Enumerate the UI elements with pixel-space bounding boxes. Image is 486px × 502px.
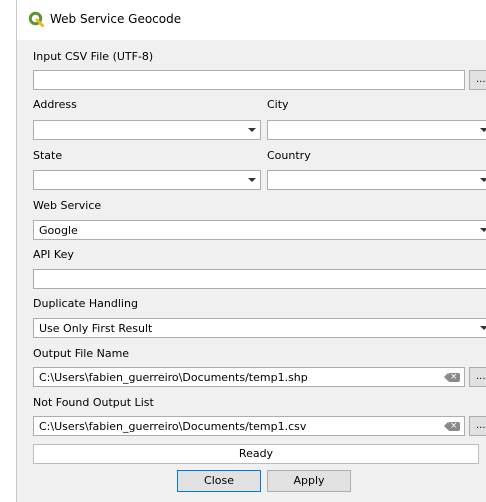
chevron-down-icon: [480, 128, 486, 132]
not-found-field[interactable]: C:\Users\fabien_guerreiro\Documents/temp…: [33, 416, 465, 436]
apply-button[interactable]: Apply: [267, 470, 351, 492]
output-file-browse-button[interactable]: ...: [469, 367, 486, 387]
input-csv-label: Input CSV File (UTF-8): [33, 50, 154, 63]
output-file-label: Output File Name: [33, 347, 130, 360]
chevron-down-icon: [480, 178, 486, 182]
status-bar: Ready: [33, 444, 479, 464]
state-combo[interactable]: [33, 170, 261, 190]
input-csv-field[interactable]: [33, 70, 465, 90]
not-found-label: Not Found Output List: [33, 396, 154, 409]
web-service-combo[interactable]: Google: [33, 220, 486, 240]
country-label: Country: [267, 149, 311, 162]
qgis-logo-icon: [28, 11, 44, 27]
title-bar: Web Service Geocode: [17, 0, 486, 40]
output-file-field[interactable]: C:\Users\fabien_guerreiro\Documents/temp…: [33, 367, 465, 387]
clear-icon[interactable]: ×: [444, 421, 460, 431]
web-service-label: Web Service: [33, 199, 102, 212]
not-found-browse-button[interactable]: ...: [469, 416, 486, 436]
city-label: City: [267, 98, 289, 111]
chevron-down-icon: [248, 128, 256, 132]
address-label: Address: [33, 98, 77, 111]
chevron-down-icon: [480, 228, 486, 232]
chevron-down-icon: [248, 178, 256, 182]
address-combo[interactable]: [33, 120, 261, 140]
city-combo[interactable]: [267, 120, 486, 140]
geocode-dialog: Web Service Geocode Input CSV File (UTF-…: [16, 0, 486, 502]
input-csv-browse-button[interactable]: ...: [469, 70, 486, 90]
window-title: Web Service Geocode: [50, 12, 182, 26]
api-key-field[interactable]: [33, 269, 486, 289]
chevron-down-icon: [480, 326, 486, 330]
country-combo[interactable]: [267, 170, 486, 190]
clear-icon[interactable]: ×: [444, 372, 460, 382]
api-key-label: API Key: [33, 248, 74, 261]
duplicate-handling-label: Duplicate Handling: [33, 297, 138, 310]
duplicate-handling-combo[interactable]: Use Only First Result: [33, 318, 486, 338]
state-label: State: [33, 149, 63, 162]
close-button[interactable]: Close: [177, 470, 261, 492]
